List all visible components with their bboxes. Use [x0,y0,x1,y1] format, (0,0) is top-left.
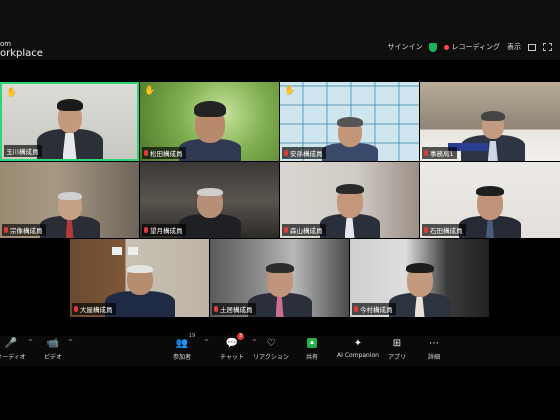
mic-muted-icon [284,150,288,156]
mic-muted-icon [74,306,78,312]
brand-line1: om [0,40,12,48]
mic-muted-icon [214,306,218,312]
participant-name: 森山構成員 [282,224,326,236]
video-off-icon: 📹 [46,337,60,349]
mic-muted-icon [424,227,428,233]
audio-options-caret[interactable]: ^ [28,339,33,346]
reactions-button[interactable]: ♡ リアクション [253,336,289,362]
video-tile[interactable]: 宗像構成員 [0,162,139,238]
participant-name: 宗像構成員 [2,224,46,236]
participant-name: 松田構成員 [142,147,186,159]
raised-hand-icon: ✋ [6,88,18,98]
recording-label: レコーディング [451,43,500,51]
view-button[interactable]: 表示 [507,42,521,52]
more-button[interactable]: ⋯ 詳細 [417,336,451,362]
mic-muted-icon [354,306,358,312]
sparkle-icon: ✦ [353,337,363,349]
gallery-grid-icon[interactable] [528,43,536,51]
participant-name: 玉川構成員 [4,145,42,157]
apps-icon: ⊞ [392,337,402,349]
recording-indicator[interactable]: レコーディング [444,42,500,52]
participant-name: 事務局1 [422,147,457,159]
meeting-toolbar: 🎤 オーディオ ^ 📹 ビデオ ^ 👥19 参加者 ^ 💬3 チャット ^ ♡ … [0,333,560,366]
participant-name: 石田構成員 [422,224,466,236]
share-button[interactable]: 共有 [295,336,329,361]
wall-paper [128,247,138,255]
ai-companion-button[interactable]: ✦ AI Companion [337,336,379,360]
wall-paper [112,247,122,255]
video-tile[interactable]: 今村構成員 [350,239,489,317]
video-gallery: ✋ 玉川構成員 ✋ 松田構成員 ✋ 安孫構成員 事務局1 宗像構成員 望月構成員… [0,78,560,324]
participants-options-caret[interactable]: ^ [204,339,209,346]
fullscreen-icon[interactable] [543,43,552,51]
video-tile[interactable]: 土居構成員 [210,239,349,317]
participants-button[interactable]: 👥 19 参加者 [165,333,199,361]
participant-name: 土居構成員 [212,303,256,315]
video-options-caret[interactable]: ^ [68,339,73,346]
video-tile[interactable]: 森山構成員 [280,162,419,238]
heart-icon: ♡ [266,337,276,349]
mic-muted-icon [284,227,288,233]
top-bar: om orkplace サインイン レコーディング 表示 [0,0,560,60]
raised-hand-icon: ✋ [144,86,156,96]
participants-icon: 👥 19 [175,333,196,349]
mic-muted-icon [144,150,148,156]
video-tile[interactable]: ✋ 玉川構成員 [0,82,139,161]
brand-line2: orkplace [0,48,43,59]
chat-icon: 💬 3 [225,333,245,349]
participant-name: 大屋構成員 [72,303,116,315]
video-tile[interactable]: ✋ 安孫構成員 [280,82,419,161]
app-brand: om orkplace [0,41,43,59]
raised-hand-icon: ✋ [284,86,296,96]
video-tile[interactable]: 石田構成員 [420,162,560,238]
audio-button[interactable]: 🎤 オーディオ [0,336,28,362]
shield-icon[interactable] [429,42,438,52]
video-tile[interactable]: 事務局1 [420,82,560,161]
apps-button[interactable]: ⊞ アプリ [380,336,414,362]
video-tile[interactable]: ✋ 松田構成員 [140,82,279,161]
video-tile[interactable]: 大屋構成員 [70,239,209,317]
mic-muted-icon [144,227,148,233]
participant-name: 安孫構成員 [282,147,326,159]
share-icon [307,338,317,348]
participant-name: 今村構成員 [352,303,396,315]
mic-muted-icon [424,150,428,156]
signin-button[interactable]: サインイン [387,42,422,52]
video-button[interactable]: 📹 ビデオ [36,336,70,362]
record-dot-icon [444,44,450,50]
mic-muted-icon: 🎤 [4,337,18,349]
video-tile[interactable]: 望月構成員 [140,162,279,238]
mic-muted-icon [4,227,8,233]
chat-button[interactable]: 💬 3 チャット [215,333,249,361]
participant-name: 望月構成員 [142,224,186,236]
participants-count: 19 [188,333,196,339]
more-icon: ⋯ [429,337,439,349]
chat-badge: 3 [237,333,245,340]
